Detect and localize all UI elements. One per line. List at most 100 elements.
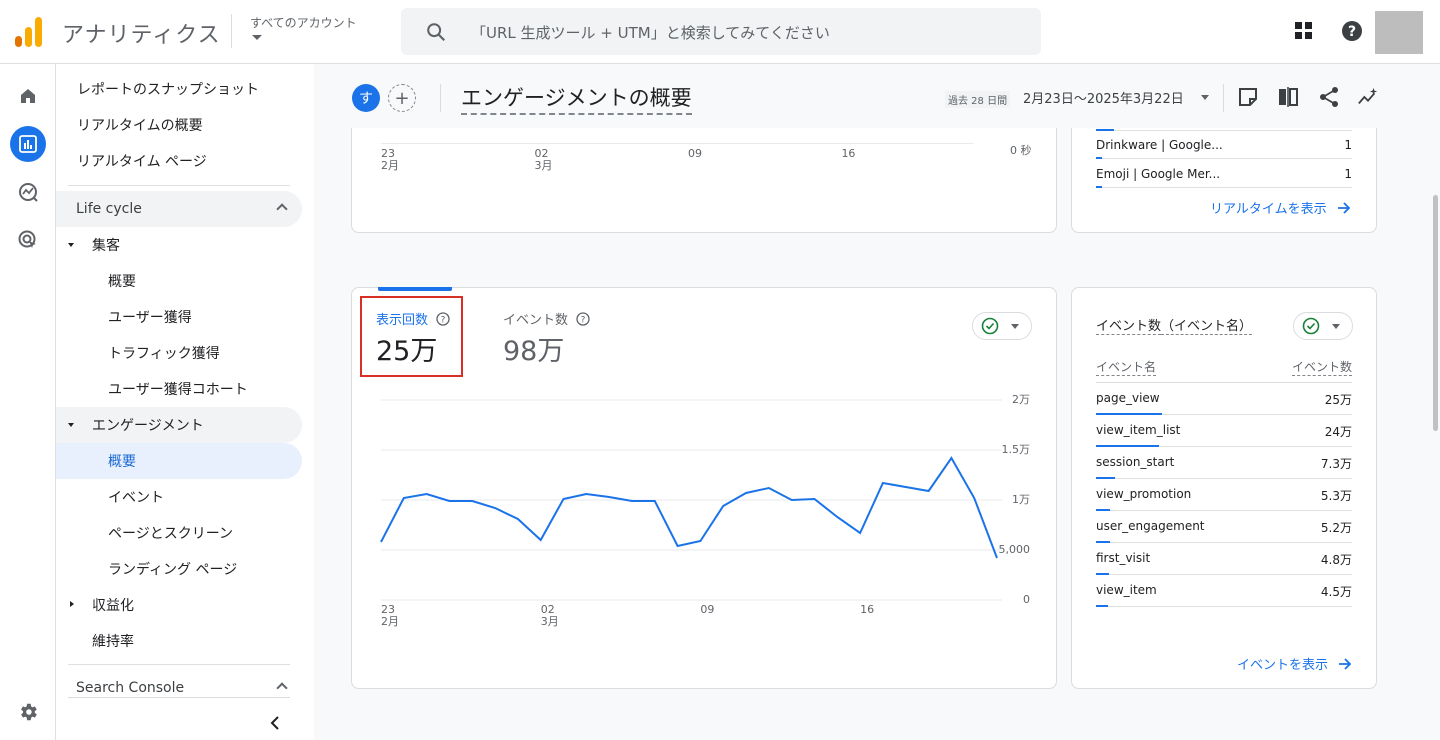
y-tick-label: 1.5万 — [1001, 443, 1031, 456]
insights-icon[interactable] — [1357, 86, 1379, 108]
metric-label-text: 表示回数 — [376, 313, 429, 328]
views-line-chart — [380, 399, 1002, 601]
scrollbar[interactable] — [1433, 195, 1438, 431]
title-metric: イベント数 — [1096, 319, 1162, 335]
active-metric-indicator — [378, 287, 452, 291]
nav-group-monetization[interactable]: 収益化 — [56, 587, 302, 623]
event-name: page_view — [1096, 391, 1160, 405]
events-card-title: イベント数（イベント名） — [1096, 315, 1253, 335]
nav-user-acq-cohort[interactable]: ユーザー獲得コホート — [56, 371, 302, 407]
event-row[interactable]: view_item 4.5万 — [1096, 575, 1352, 607]
nav-section-search-console[interactable]: Search Console — [56, 670, 302, 706]
arrow-right-icon — [1339, 658, 1352, 670]
nav-landing-page[interactable]: ランディング ページ — [56, 551, 302, 587]
collapse-chevron-left-icon[interactable] — [268, 715, 282, 731]
top-bar: アナリティクス すべてのアカウント 「URL 生成ツール + UTM」と検索して… — [0, 0, 1440, 64]
event-row[interactable]: view_promotion 5.3万 — [1096, 479, 1352, 511]
settings-icon — [21, 703, 37, 721]
help-icon[interactable]: ? — [1341, 20, 1363, 42]
event-row[interactable]: session_start 7.3万 — [1096, 447, 1352, 479]
realtime-link[interactable]: リアルタイムを表示 — [1210, 198, 1351, 217]
nav-acq-overview[interactable]: 概要 — [56, 263, 302, 299]
compare-dropdown[interactable] — [972, 312, 1032, 340]
apps-grid-icon[interactable] — [1293, 20, 1315, 42]
events-link[interactable]: イベントを表示 — [1237, 654, 1352, 673]
event-share-bar — [1096, 605, 1108, 607]
nav-events[interactable]: イベント — [56, 479, 302, 515]
x-tick-month: 3月 — [540, 615, 559, 628]
compare-columns-icon[interactable] — [1277, 86, 1299, 108]
triangle-down-icon — [68, 243, 74, 247]
event-count: 4.8万 — [1320, 553, 1352, 567]
account-selector[interactable]: すべてのアカウント — [250, 14, 357, 31]
nav-eng-overview[interactable]: 概要 — [56, 443, 302, 479]
reports-icon — [19, 135, 37, 153]
realtime-row[interactable]: Drinkware | Google... 1 — [1096, 130, 1352, 159]
nav-traffic-acquisition[interactable]: トラフィック獲得 — [56, 335, 302, 371]
side-nav: レポートのスナップショット リアルタイムの概要 リアルタイム ページ Life … — [56, 64, 314, 740]
group-label: 収益化 — [92, 598, 134, 614]
search-placeholder: 「URL 生成ツール + UTM」と検索してみてください — [471, 24, 830, 42]
divider — [68, 664, 290, 665]
nav-snapshot[interactable]: レポートのスナップショット — [56, 71, 302, 107]
nav-section-lifecycle[interactable]: Life cycle — [56, 191, 302, 227]
nav-user-acquisition[interactable]: ユーザー獲得 — [56, 299, 302, 335]
search-bar[interactable]: 「URL 生成ツール + UTM」と検索してみてください — [401, 8, 1041, 55]
explore-button[interactable] — [10, 174, 46, 210]
caret-down-icon — [1332, 324, 1340, 329]
event-row[interactable]: page_view 25万 — [1096, 383, 1352, 415]
row-value: 1 — [1344, 167, 1352, 181]
realtime-row[interactable]: Emoji | Google Mer... 1 — [1096, 159, 1352, 188]
x-tick-month: 2月 — [381, 615, 399, 628]
check-circle-icon — [1302, 317, 1320, 335]
col-header-value[interactable]: イベント数 — [1291, 358, 1352, 376]
col-header-name[interactable]: イベント名 — [1096, 358, 1157, 376]
nav-realtime-pages[interactable]: リアルタイム ページ — [56, 143, 302, 179]
x-tick-day: 09 — [700, 603, 715, 616]
app-title: アナリティクス — [62, 23, 221, 48]
event-count: 25万 — [1324, 393, 1352, 407]
triangle-down-icon — [68, 423, 74, 427]
divider — [231, 14, 232, 48]
nav-realtime-overview[interactable]: リアルタイムの概要 — [56, 107, 302, 143]
nav-group-acquisition[interactable]: 集客 — [56, 227, 302, 263]
event-name: view_item_list — [1096, 423, 1181, 437]
metric-views-label[interactable]: 表示回数 ? — [376, 309, 450, 328]
nav-group-engagement[interactable]: エンゲージメント — [56, 407, 302, 443]
event-count: 4.5万 — [1320, 585, 1352, 599]
help-outline-icon[interactable]: ? — [576, 312, 590, 326]
metric-events-label[interactable]: イベント数 ? — [503, 309, 590, 328]
home-button[interactable] — [10, 78, 46, 114]
caret-down-icon[interactable] — [252, 35, 262, 40]
settings-button[interactable] — [10, 694, 46, 730]
help-outline-icon[interactable]: ? — [436, 312, 450, 326]
event-row[interactable]: user_engagement 5.2万 — [1096, 511, 1352, 543]
compare-dropdown[interactable] — [1293, 312, 1353, 340]
nav-retention[interactable]: 維持率 — [56, 623, 302, 659]
reports-button[interactable] — [10, 126, 46, 162]
share-icon[interactable] — [1318, 86, 1340, 108]
divider — [440, 84, 441, 112]
nav-pages-screens[interactable]: ページとスクリーン — [56, 515, 302, 551]
x-tick-month: 3月 — [534, 159, 553, 172]
caret-down-icon[interactable] — [1201, 95, 1209, 100]
event-row[interactable]: view_item_list 24万 — [1096, 415, 1352, 447]
link-label: リアルタイムを表示 — [1210, 202, 1327, 217]
y-axis-zero-label: 0 秒 — [1010, 144, 1032, 157]
avatar[interactable] — [1375, 11, 1423, 54]
event-row[interactable]: first_visit 4.8万 — [1096, 543, 1352, 575]
caret-down-icon — [1011, 324, 1019, 329]
annotation-icon[interactable] — [1237, 86, 1259, 108]
search-icon — [427, 23, 446, 42]
date-preset-label[interactable]: 過去 28 日間 — [945, 91, 1011, 108]
event-count: 5.3万 — [1320, 489, 1352, 503]
segment-chip[interactable]: す — [352, 84, 380, 112]
page-header: す + エンゲージメントの概要 過去 28 日間 2月23日〜2025年3月22… — [314, 64, 1440, 128]
add-comparison-button[interactable]: + — [388, 84, 416, 112]
divider — [1223, 84, 1224, 112]
date-range[interactable]: 2月23日〜2025年3月22日 — [1023, 88, 1184, 107]
analytics-logo-icon[interactable] — [14, 16, 44, 48]
link-label: イベントを表示 — [1237, 658, 1329, 673]
row-name: Emoji | Google Mer... — [1096, 167, 1221, 181]
advertising-button[interactable] — [10, 222, 46, 258]
